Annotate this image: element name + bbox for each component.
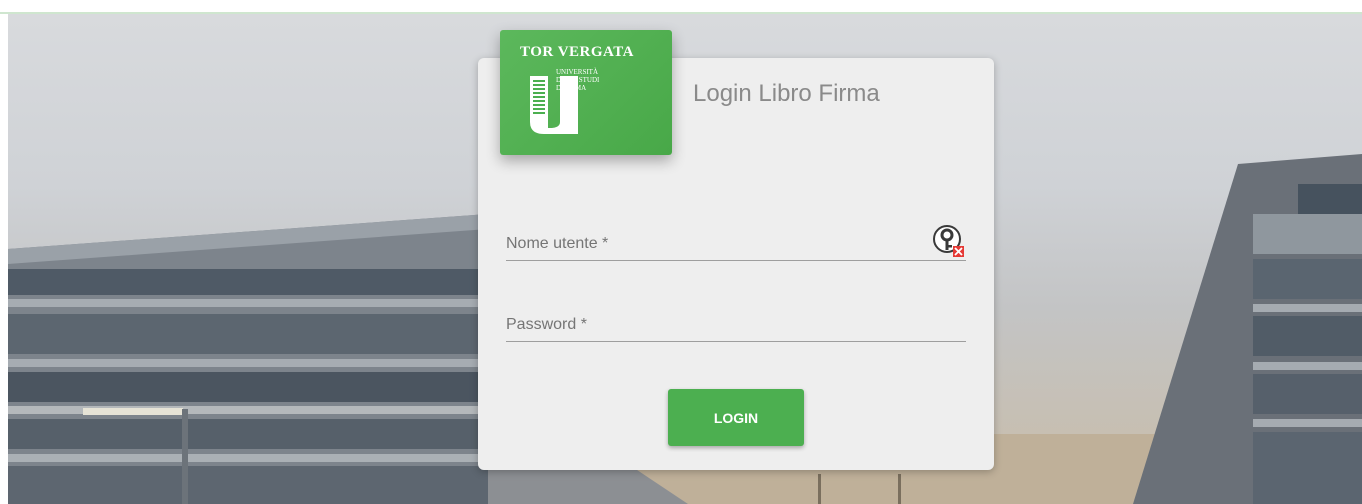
logo-title: TOR VERGATA	[520, 44, 634, 60]
username-input[interactable]	[506, 230, 926, 258]
logo-subtitle-line: DI ROMA	[556, 84, 587, 92]
username-field	[506, 225, 966, 261]
logo-subtitle: UNIVERSITÀ DEGLI STUDI DI ROMA	[556, 68, 599, 92]
login-title: Login Libro Firma	[693, 80, 880, 107]
password-manager-key-icon[interactable]	[932, 224, 966, 258]
password-field	[506, 311, 966, 342]
top-bar	[0, 0, 1362, 14]
logo-subtitle-line: UNIVERSITÀ	[556, 68, 598, 76]
logo-subtitle-line: DEGLI STUDI	[556, 76, 600, 84]
password-input[interactable]	[506, 311, 926, 339]
university-logo: TOR VERGATA UNIVERSITÀ DEGLI STUDI DI RO…	[500, 30, 672, 155]
login-button[interactable]: LOGIN	[668, 389, 804, 446]
